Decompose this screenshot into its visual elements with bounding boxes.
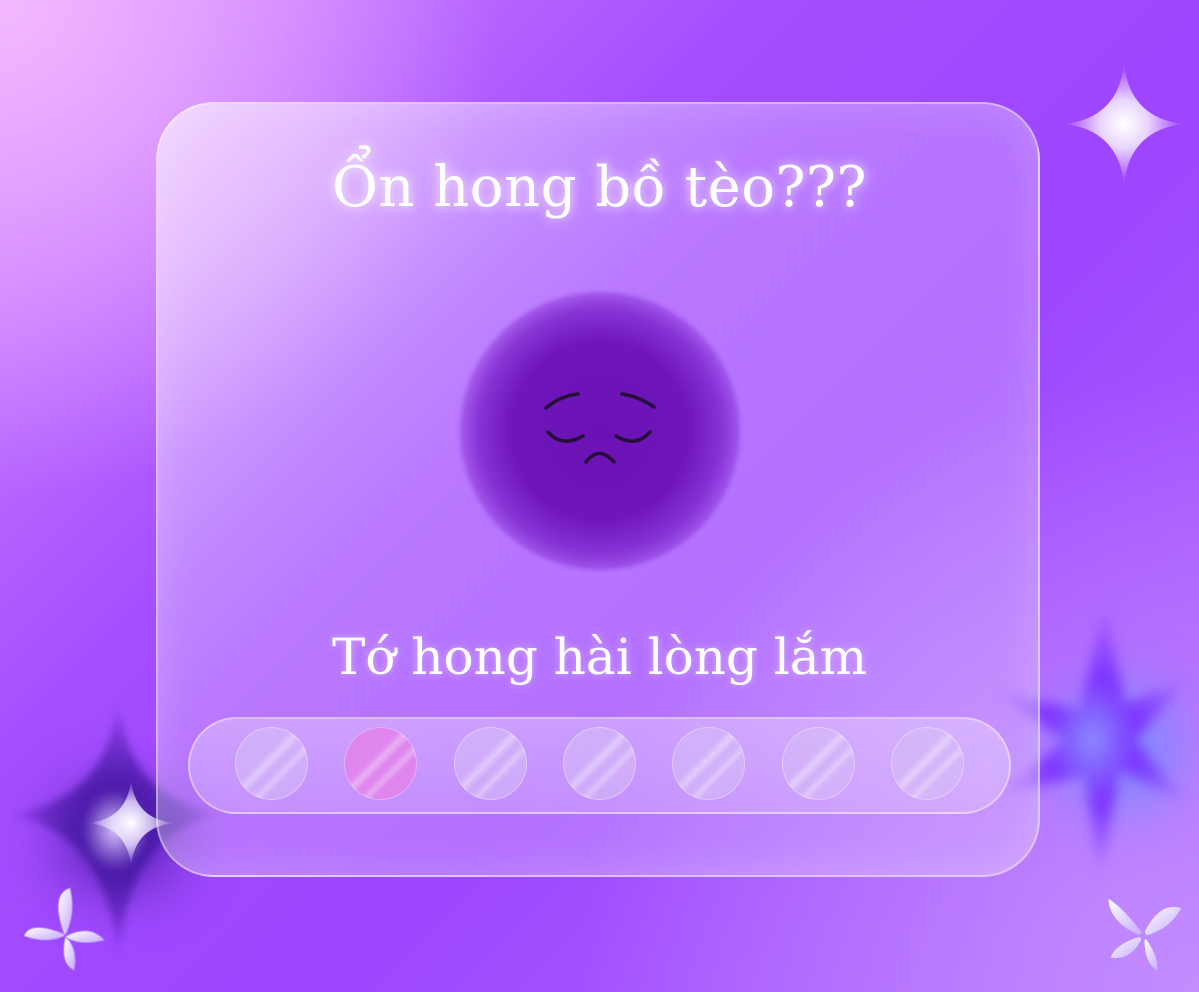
rating-caption: Tớ hong hài lòng lắm (331, 628, 868, 686)
rating-option-5[interactable] (672, 727, 745, 800)
rating-option-3[interactable] (454, 727, 527, 800)
butterfly-icon (23, 887, 105, 971)
sad-face-icon (544, 392, 656, 464)
rating-option-6[interactable] (782, 727, 855, 800)
butterfly-icon (1107, 897, 1183, 973)
rating-option-7[interactable] (891, 727, 964, 800)
rating-option-4[interactable] (563, 727, 636, 800)
rating-option-2[interactable] (344, 727, 417, 800)
question-title: Ổn hong bồ tèo??? (331, 155, 868, 220)
rating-option-1[interactable] (235, 727, 308, 800)
